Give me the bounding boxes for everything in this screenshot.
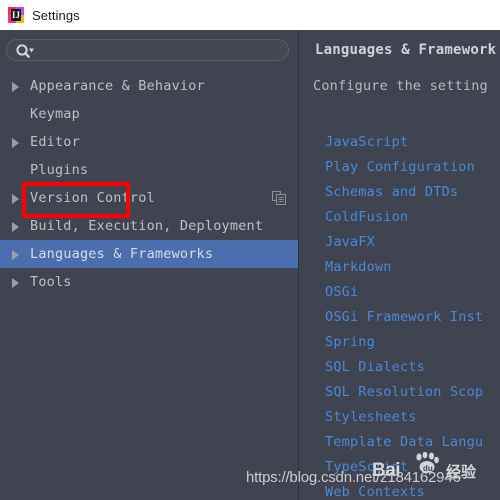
detail-panel: Languages & Framework Configure the sett… — [299, 30, 500, 500]
tree-item-languages-frameworks[interactable]: Languages & Frameworks — [0, 240, 298, 268]
tree-item-label: Plugins — [30, 162, 89, 178]
tree-item-label: Editor — [30, 134, 80, 150]
detail-link-list: JavaScript Play Configuration Schemas an… — [325, 130, 500, 500]
tree-item-label: Tools — [30, 274, 72, 290]
tree-item-label: Appearance & Behavior — [30, 78, 205, 94]
chevron-right-icon[interactable] — [10, 268, 24, 296]
tree-item-label: Languages & Frameworks — [30, 246, 214, 262]
intellij-idea-icon: IJ — [8, 7, 24, 23]
tree-item-keymap[interactable]: Keymap — [0, 100, 298, 128]
window-title: Settings — [32, 7, 80, 23]
search-box[interactable] — [6, 39, 289, 62]
chevron-right-icon[interactable] — [10, 128, 24, 156]
detail-link[interactable]: Stylesheets — [325, 405, 500, 430]
chevron-right-icon[interactable] — [10, 72, 24, 100]
chevron-right-icon[interactable] — [10, 184, 24, 212]
chevron-right-icon[interactable] — [10, 212, 24, 240]
page-description: Configure the setting — [313, 78, 488, 94]
detail-link[interactable]: JavaFX — [325, 230, 500, 255]
detail-link[interactable]: Template Data Langu — [325, 430, 500, 455]
tree-item-plugins[interactable]: Plugins — [0, 156, 298, 184]
detail-link[interactable]: ColdFusion — [325, 205, 500, 230]
search-input[interactable] — [39, 40, 289, 62]
page-title: Languages & Framework — [315, 42, 497, 58]
detail-link[interactable]: TypeScript — [325, 455, 500, 480]
detail-link[interactable]: SQL Resolution Scop — [325, 380, 500, 405]
detail-link[interactable]: OSGi — [325, 280, 500, 305]
settings-sidebar: Appearance & Behavior Keymap Editor Plug… — [0, 30, 298, 500]
search-icon[interactable] — [15, 43, 35, 59]
detail-link[interactable]: Spring — [325, 330, 500, 355]
tree-item-editor[interactable]: Editor — [0, 128, 298, 156]
tree-item-version-control[interactable]: Version Control — [0, 184, 298, 212]
tree-item-label: Keymap — [30, 106, 80, 122]
window-titlebar: IJ Settings — [0, 0, 500, 30]
copy-icon[interactable] — [272, 191, 286, 205]
chevron-right-icon[interactable] — [10, 240, 24, 268]
detail-link[interactable]: JavaScript — [325, 130, 500, 155]
tree-item-label: Version Control — [30, 190, 155, 206]
idea-logo-glyph: IJ — [11, 9, 21, 21]
tree-item-tools[interactable]: Tools — [0, 268, 298, 296]
settings-tree: Appearance & Behavior Keymap Editor Plug… — [0, 72, 298, 296]
tree-item-build-execution-deployment[interactable]: Build, Execution, Deployment — [0, 212, 298, 240]
detail-link[interactable]: OSGi Framework Inst — [325, 305, 500, 330]
detail-link[interactable]: Web Contexts — [325, 480, 500, 500]
detail-link[interactable]: Schemas and DTDs — [325, 180, 500, 205]
detail-link[interactable]: Markdown — [325, 255, 500, 280]
tree-item-appearance-behavior[interactable]: Appearance & Behavior — [0, 72, 298, 100]
detail-link[interactable]: Play Configuration — [325, 155, 500, 180]
tree-item-label: Build, Execution, Deployment — [30, 218, 264, 234]
detail-link[interactable]: SQL Dialects — [325, 355, 500, 380]
settings-window: IJ Settings Appearance & Behavior Keymap — [0, 0, 500, 500]
